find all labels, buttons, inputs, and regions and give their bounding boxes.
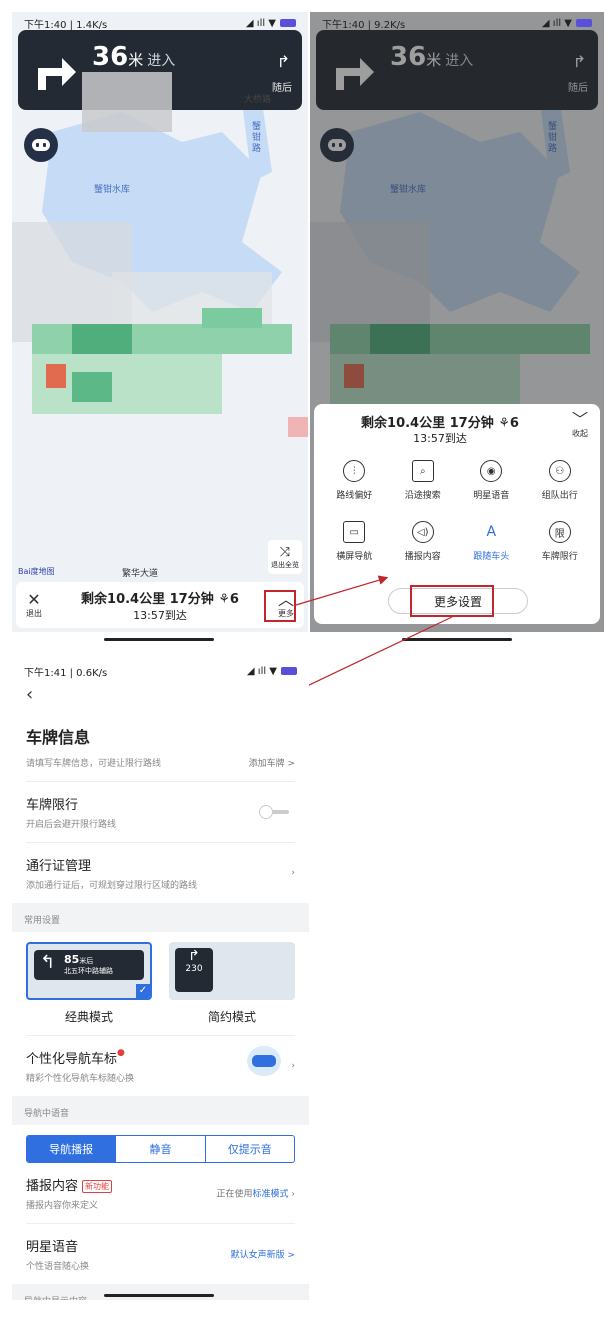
settings-screen: ‹ 车牌信息 请填写车牌信息，可避让限行路线 添加车牌 > 车牌限行 开启后会避… [12,660,309,1300]
plate-title: 车牌信息 [26,728,91,747]
turn-left-arrow-icon: ↰ [40,952,56,973]
car-icon-row[interactable]: 个性化导航车标● 精彩个性化导航车标随心换 › [26,1035,295,1096]
check-icon: ✓ [136,984,150,998]
signal-icon: ◢ ıll ▼ [246,665,277,677]
broadcast-row[interactable]: 播报内容 新功能 播报内容你来定义 正在使用标准模式 › [26,1163,295,1224]
car-icon [247,1046,281,1076]
back-button[interactable]: ‹ [26,684,295,714]
add-plate-link[interactable]: 添加车牌 > [249,756,295,769]
mode-simple[interactable]: ↱ 230 简约模式 [169,942,295,1025]
new-badge: 新功能 [82,1180,113,1193]
limit-sub: 开启后会避开限行路线 [26,820,117,830]
voice-segment: 导航播报 静音 仅提示音 [26,1135,295,1163]
voice-card: 导航播报 静音 仅提示音 播报内容 新功能 播报内容你来定义 正在使用标准模式 ›… [12,1125,309,1284]
limit-toggle[interactable] [259,805,291,819]
battery-icon [281,667,297,675]
plate-row[interactable]: 车牌信息 请填写车牌信息，可避让限行路线 添加车牌 > [26,714,295,782]
mode-simple-label: 简约模式 [207,1010,256,1024]
status-bar-3: 下午1:41 | 0.6K/s ◢ ıll ▼ [12,660,309,682]
pass-title: 通行证管理 [26,859,92,874]
broadcast-sub: 播报内容你来定义 [26,1201,99,1211]
common-card: ↰ 85米后 北五环中路辅路 ✓ 经典模式 ↱ 230 简约模式 个性化导航车标… [12,932,309,1096]
seg-broadcast[interactable]: 导航播报 [27,1136,116,1162]
broadcast-value: 正在使用标准模式 › [216,1189,296,1200]
common-section-title: 常用设置 [24,916,61,926]
chevron-right-icon: › [291,868,295,878]
star-sub: 个性语音随心换 [26,1262,90,1272]
limit-row: 车牌限行 开启后会避开限行路线 [26,782,295,843]
star-value: 默认女声新版 > [230,1250,295,1261]
annotation-arrows [237,575,453,720]
mode-classic-label: 经典模式 [64,1010,113,1024]
voice-section-title: 导航中语音 [24,1109,70,1119]
seg-mute[interactable]: 静音 [115,1136,204,1162]
mode-classic[interactable]: ↰ 85米后 北五环中路辅路 ✓ 经典模式 [26,942,152,1025]
display-section-title: 导航中显示内容 [12,1284,309,1300]
mode-classic-preview: ↰ 85米后 北五环中路辅路 ✓ [26,942,152,1000]
pass-row[interactable]: 通行证管理 添加通行证后，可规划穿过限行区域的路线 › [26,843,295,903]
home-indicator-3 [104,1294,214,1297]
seg-tone[interactable]: 仅提示音 [204,1136,294,1162]
plate-card: ‹ 车牌信息 请填写车牌信息，可避让限行路线 添加车牌 > 车牌限行 开启后会避… [12,660,309,903]
star-voice-row[interactable]: 明星语音 个性语音随心换 默认女声新版 > [26,1224,295,1284]
chevron-right-icon: › [291,1061,295,1071]
mode-simple-preview: ↱ 230 [169,942,295,1000]
pass-sub: 添加通行证后，可规划穿过限行区域的路线 [26,881,198,891]
limit-title: 车牌限行 [26,798,79,813]
mode-options: ↰ 85米后 北五环中路辅路 ✓ 经典模式 ↱ 230 简约模式 [26,942,295,1025]
turn-right-arrow-icon: ↱ [188,948,200,964]
